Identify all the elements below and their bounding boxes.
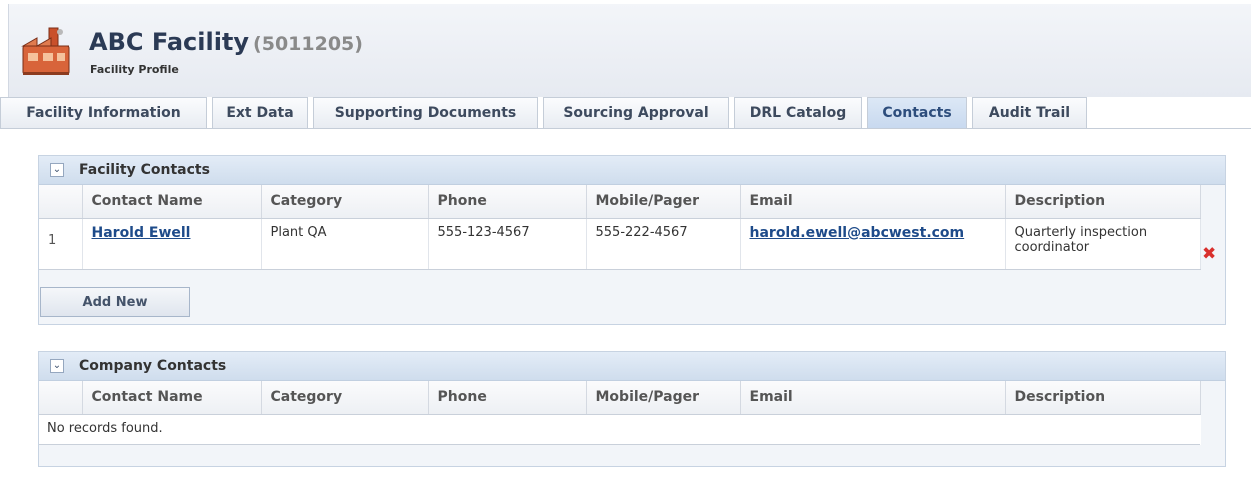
table-row: 1 Harold Ewell Plant QA 555-123-4567 555… — [39, 218, 1201, 270]
contact-name-cell: Harold Ewell — [82, 218, 262, 270]
company-contacts-panel: ⌄ Company Contacts Contact Name Category… — [38, 351, 1226, 467]
tab-bar: Facility Information Ext Data Supporting… — [0, 97, 1251, 129]
column-header-mobile-pager[interactable]: Mobile/Pager — [586, 185, 741, 219]
facility-contacts-header: ⌄ Facility Contacts — [39, 156, 1225, 185]
facility-contacts-panel: ⌄ Facility Contacts Contact Name Categor… — [38, 155, 1226, 325]
no-records-text: No records found. — [39, 414, 1200, 445]
table-header-row: Contact Name Category Phone Mobile/Pager… — [39, 381, 1201, 415]
tab-ext-data[interactable]: Ext Data — [212, 97, 308, 128]
column-header-category[interactable]: Category — [261, 185, 429, 219]
tab-sourcing-approval[interactable]: Sourcing Approval — [543, 97, 729, 128]
column-header-phone[interactable]: Phone — [428, 381, 587, 415]
phone-cell: 555-123-4567 — [428, 218, 587, 270]
company-contacts-table: Contact Name Category Phone Mobile/Pager… — [39, 381, 1201, 445]
tab-supporting-documents[interactable]: Supporting Documents — [313, 97, 538, 128]
chevron-down-icon[interactable]: ⌄ — [50, 359, 64, 373]
rownum-header — [39, 381, 83, 415]
description-cell: Quarterly inspection coordinator — [1005, 218, 1201, 270]
contact-name-link[interactable]: Harold Ewell — [92, 225, 191, 241]
page-subtitle: Facility Profile — [90, 63, 179, 76]
column-header-phone[interactable]: Phone — [428, 185, 587, 219]
page-header: ABC Facility (5011205) Facility Profile — [8, 4, 1251, 98]
table-header-row: Contact Name Category Phone Mobile/Pager… — [39, 185, 1201, 219]
column-header-description[interactable]: Description — [1005, 381, 1201, 415]
facility-id: (5011205) — [253, 33, 363, 55]
mobile-cell: 555-222-4567 — [586, 218, 741, 270]
column-header-description[interactable]: Description — [1005, 185, 1201, 219]
column-header-mobile-pager[interactable]: Mobile/Pager — [586, 381, 741, 415]
column-header-category[interactable]: Category — [261, 381, 429, 415]
column-header-contact-name[interactable]: Contact Name — [82, 381, 262, 415]
column-header-email[interactable]: Email — [740, 381, 1006, 415]
tab-facility-information[interactable]: Facility Information — [0, 97, 207, 128]
facility-contacts-title: Facility Contacts — [79, 162, 210, 178]
facility-contacts-table: Contact Name Category Phone Mobile/Pager… — [39, 185, 1201, 270]
column-header-email[interactable]: Email — [740, 185, 1006, 219]
add-new-button[interactable]: Add New — [40, 287, 190, 317]
factory-icon — [21, 27, 70, 75]
delete-icon[interactable]: ✖ — [1202, 244, 1216, 264]
facility-name: ABC Facility — [89, 28, 250, 56]
row-number: 1 — [39, 218, 83, 270]
rownum-header — [39, 185, 83, 219]
chevron-down-icon[interactable]: ⌄ — [50, 163, 64, 177]
tab-drl-catalog[interactable]: DRL Catalog — [734, 97, 862, 128]
email-link[interactable]: harold.ewell@abcwest.com — [750, 225, 965, 241]
tab-audit-trail[interactable]: Audit Trail — [972, 97, 1087, 128]
category-cell: Plant QA — [261, 218, 429, 270]
company-contacts-title: Company Contacts — [79, 358, 227, 374]
column-header-contact-name[interactable]: Contact Name — [82, 185, 262, 219]
empty-row: No records found. — [39, 414, 1200, 445]
page-title: ABC Facility (5011205) — [89, 28, 363, 56]
email-cell: harold.ewell@abcwest.com — [740, 218, 1006, 270]
tab-contacts[interactable]: Contacts — [867, 97, 967, 128]
company-contacts-header: ⌄ Company Contacts — [39, 352, 1225, 381]
